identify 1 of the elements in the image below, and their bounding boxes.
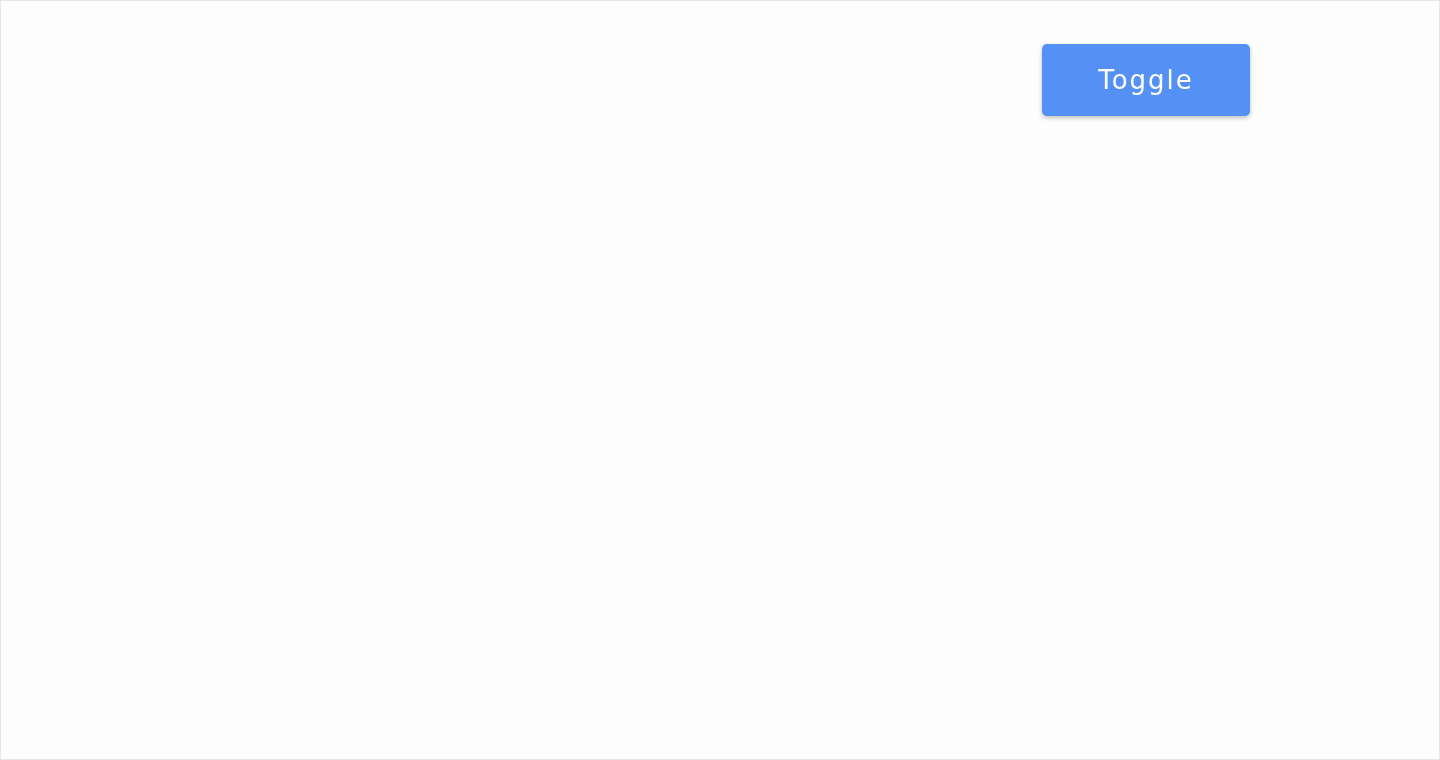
toggle-button[interactable]: Toggle	[1042, 44, 1250, 116]
